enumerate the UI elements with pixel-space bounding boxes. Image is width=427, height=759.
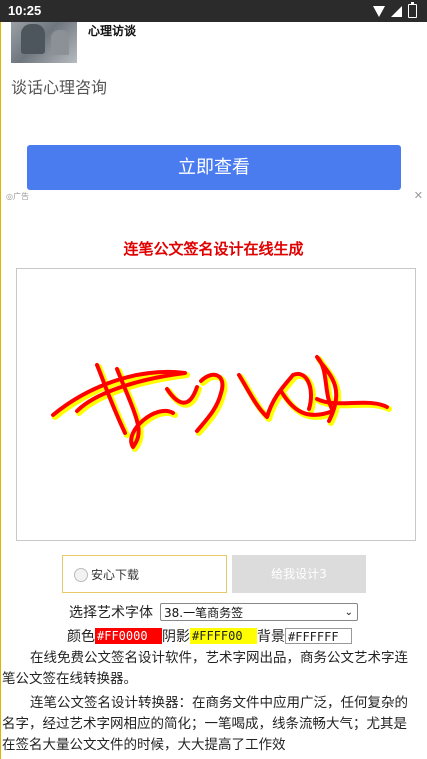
safe-download-label: 安心下载 [91, 568, 140, 582]
description-paragraph-2: 连笔公文签名设计转换器：在商务文件中应用广泛，任何复杂的名字，经过艺术字网相应的… [2, 695, 408, 753]
view-now-button[interactable]: 立即查看 [27, 145, 401, 190]
design-button[interactable]: 给我设计3 [232, 555, 366, 593]
page-title: 连笔公文签名设计在线生成 [123, 240, 304, 258]
ad-marker-label: 广告 [12, 192, 29, 201]
color-input[interactable]: #FF0000 [95, 627, 162, 644]
ad-marker: ◎广告 [6, 191, 29, 202]
status-bar: 10:25 [0, 0, 427, 22]
signal-icon [391, 5, 402, 17]
status-time: 10:25 [8, 3, 42, 18]
color-settings-row: 颜色 #FF0000 阴影 #FFFF00 背景 #FFFFFF [67, 627, 352, 645]
radio-icon[interactable] [74, 568, 88, 582]
ad-title[interactable]: 心理访谈 [88, 22, 136, 39]
background-input[interactable]: #FFFFFF [285, 627, 352, 644]
description-paragraph-1: 在线免费公文签名设计软件，艺术字网出品，商务公文艺术字连笔公文签在线转换器。 [2, 650, 408, 687]
ad-thumbnail[interactable] [11, 22, 77, 63]
safe-download-option[interactable]: 安心下载 [62, 555, 227, 593]
left-border [0, 0, 1, 759]
shadow-input[interactable]: #FFFF00 [190, 627, 257, 644]
shadow-label: 阴影 [162, 628, 190, 645]
ad-info-icon: ◎ [6, 192, 13, 201]
close-icon[interactable]: ✕ [414, 189, 423, 202]
battery-icon [408, 2, 417, 18]
wifi-icon [373, 5, 385, 17]
font-select[interactable]: 38.一笔商务签 ⌄ [160, 603, 358, 621]
background-label: 背景 [257, 628, 285, 645]
font-select-value: 38.一笔商务签 [164, 606, 244, 620]
signature-preview [16, 268, 416, 541]
ad-subtitle[interactable]: 谈话心理咨询 [11, 74, 107, 98]
color-label: 颜色 [67, 628, 95, 645]
chevron-down-icon: ⌄ [344, 607, 353, 618]
signature-image [51, 355, 392, 452]
font-label: 选择艺术字体 [69, 605, 153, 621]
